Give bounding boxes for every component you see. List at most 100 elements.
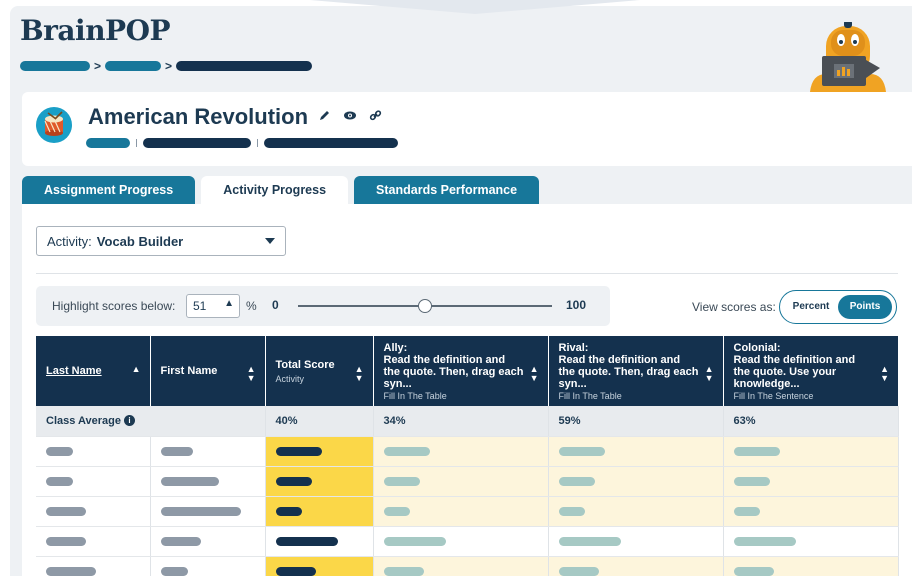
last-name-cell: [36, 556, 151, 576]
ally-score-cell: [373, 436, 549, 467]
redacted-score: [275, 476, 312, 486]
column-description: Read the definition and the quote. Then,…: [558, 353, 699, 390]
redacted-text: [46, 506, 86, 516]
activity-dropdown-value: Vocab Builder: [96, 233, 184, 249]
total-score-cell: [265, 436, 374, 467]
average-rival: 59%: [548, 406, 724, 437]
sort-icon[interactable]: ▲ ▼: [705, 365, 714, 383]
redacted-text: [46, 476, 73, 486]
last-name-cell: [36, 466, 151, 497]
class-average-label-cell: Class Average i: [36, 406, 266, 437]
last-name-cell: [36, 436, 151, 467]
column-subtitle: Activity: [275, 373, 305, 384]
link-icon[interactable]: [369, 109, 382, 122]
rival-score-cell: [548, 526, 724, 557]
drum-icon: [36, 107, 72, 143]
breadcrumb-separator: >: [165, 59, 173, 73]
column-header-colonial[interactable]: Colonial: Read the definition and the qu…: [723, 336, 898, 406]
first-name-cell: [150, 436, 266, 467]
redacted-score: [275, 506, 302, 516]
meta-divider: [136, 139, 137, 147]
activity-progress-panel: Activity: Vocab Builder Highlight scores…: [22, 204, 912, 576]
meta-item: [264, 138, 398, 148]
divider: [36, 273, 898, 274]
brainpop-logo[interactable]: BrainPOP: [20, 14, 171, 47]
first-name-cell: [150, 466, 266, 497]
highlight-threshold-input[interactable]: 51 ▲: [186, 294, 240, 318]
percent-unit: %: [246, 299, 257, 313]
sort-ascending-icon[interactable]: ▲: [132, 365, 141, 374]
eye-icon[interactable]: [343, 109, 357, 122]
redacted-score: [558, 446, 605, 456]
view-scores-toggle: Percent Points: [779, 290, 897, 324]
redacted-text: [160, 446, 193, 456]
redacted-score: [383, 476, 420, 486]
tab-activity-progress[interactable]: Activity Progress: [201, 176, 349, 204]
last-name-cell: [36, 496, 151, 527]
page-title: American Revolution: [88, 104, 309, 129]
redacted-score: [275, 536, 338, 546]
redacted-text: [46, 446, 73, 456]
column-subtitle: Fill In The Sentence: [733, 390, 814, 401]
average-ally: 34%: [373, 406, 549, 437]
redacted-score: [275, 566, 316, 576]
spinner-arrows-icon[interactable]: ▲: [224, 298, 234, 309]
redacted-score: [558, 566, 599, 576]
table-row[interactable]: [36, 436, 899, 467]
rival-score-cell: [548, 436, 724, 467]
highlight-slider-thumb[interactable]: [418, 299, 432, 313]
sort-icon[interactable]: ▲ ▼: [530, 365, 539, 383]
first-name-cell: [150, 496, 266, 527]
colonial-score-cell: [723, 526, 899, 557]
view-scores-label: View scores as:: [692, 300, 776, 314]
table-row[interactable]: [36, 556, 899, 576]
breadcrumb-item-1[interactable]: [20, 61, 90, 71]
column-header-first-name[interactable]: First Name ▲ ▼: [150, 336, 266, 406]
redacted-score: [733, 536, 796, 546]
total-score-cell: [265, 496, 374, 527]
redacted-score: [383, 506, 410, 516]
highlight-threshold-value: 51: [193, 299, 207, 313]
breadcrumb: > >: [20, 59, 313, 73]
meta-item: [86, 138, 130, 148]
sort-icon[interactable]: ▲ ▼: [355, 365, 364, 383]
redacted-text: [46, 536, 86, 546]
sort-icon[interactable]: ▲ ▼: [880, 365, 889, 383]
highlight-controls: Highlight scores below: 51 ▲ % 0 100: [36, 286, 610, 326]
assignment-header: American Revolution: [22, 92, 912, 166]
points-option[interactable]: Points: [838, 295, 892, 319]
table-row[interactable]: [36, 526, 899, 557]
redacted-score: [558, 476, 595, 486]
tab-standards-performance[interactable]: Standards Performance: [354, 176, 540, 204]
tab-bar: Assignment Progress Activity Progress St…: [22, 176, 540, 204]
meta-divider: [257, 139, 258, 147]
sort-icon[interactable]: ▲ ▼: [247, 365, 256, 383]
redacted-score: [733, 566, 774, 576]
column-header-total-score[interactable]: Total Score Activity ▲ ▼: [265, 336, 374, 406]
redacted-score: [733, 506, 760, 516]
info-icon[interactable]: i: [124, 414, 136, 426]
first-name-cell: [150, 556, 266, 576]
column-description: Read the definition and the quote. Use y…: [733, 353, 856, 390]
column-header-rival[interactable]: Rival: Read the definition and the quote…: [548, 336, 724, 406]
rival-score-cell: [548, 556, 724, 576]
redacted-text: [160, 506, 241, 516]
column-title: Total Score: [275, 358, 335, 371]
column-header-last-name[interactable]: Last Name ▲: [36, 336, 151, 406]
column-header-ally[interactable]: Ally: Read the definition and the quote.…: [373, 336, 549, 406]
breadcrumb-item-2[interactable]: [105, 61, 162, 71]
percent-option[interactable]: Percent: [784, 295, 838, 319]
column-description: Read the definition and the quote. Then,…: [383, 353, 524, 390]
tab-assignment-progress[interactable]: Assignment Progress: [22, 176, 196, 204]
class-average-label: Class Average: [46, 414, 122, 427]
redacted-text: [160, 566, 188, 576]
table-row[interactable]: [36, 466, 899, 497]
pencil-icon[interactable]: [318, 109, 331, 122]
activity-dropdown-label: Activity:: [47, 233, 92, 249]
highlight-label: Highlight scores below:: [52, 299, 176, 313]
class-average-row: Class Average i 40% 34% 59% 63%: [36, 406, 899, 437]
colonial-score-cell: [723, 466, 899, 497]
table-row[interactable]: [36, 496, 899, 527]
activity-dropdown[interactable]: Activity: Vocab Builder: [36, 226, 286, 256]
colonial-score-cell: [723, 496, 899, 527]
